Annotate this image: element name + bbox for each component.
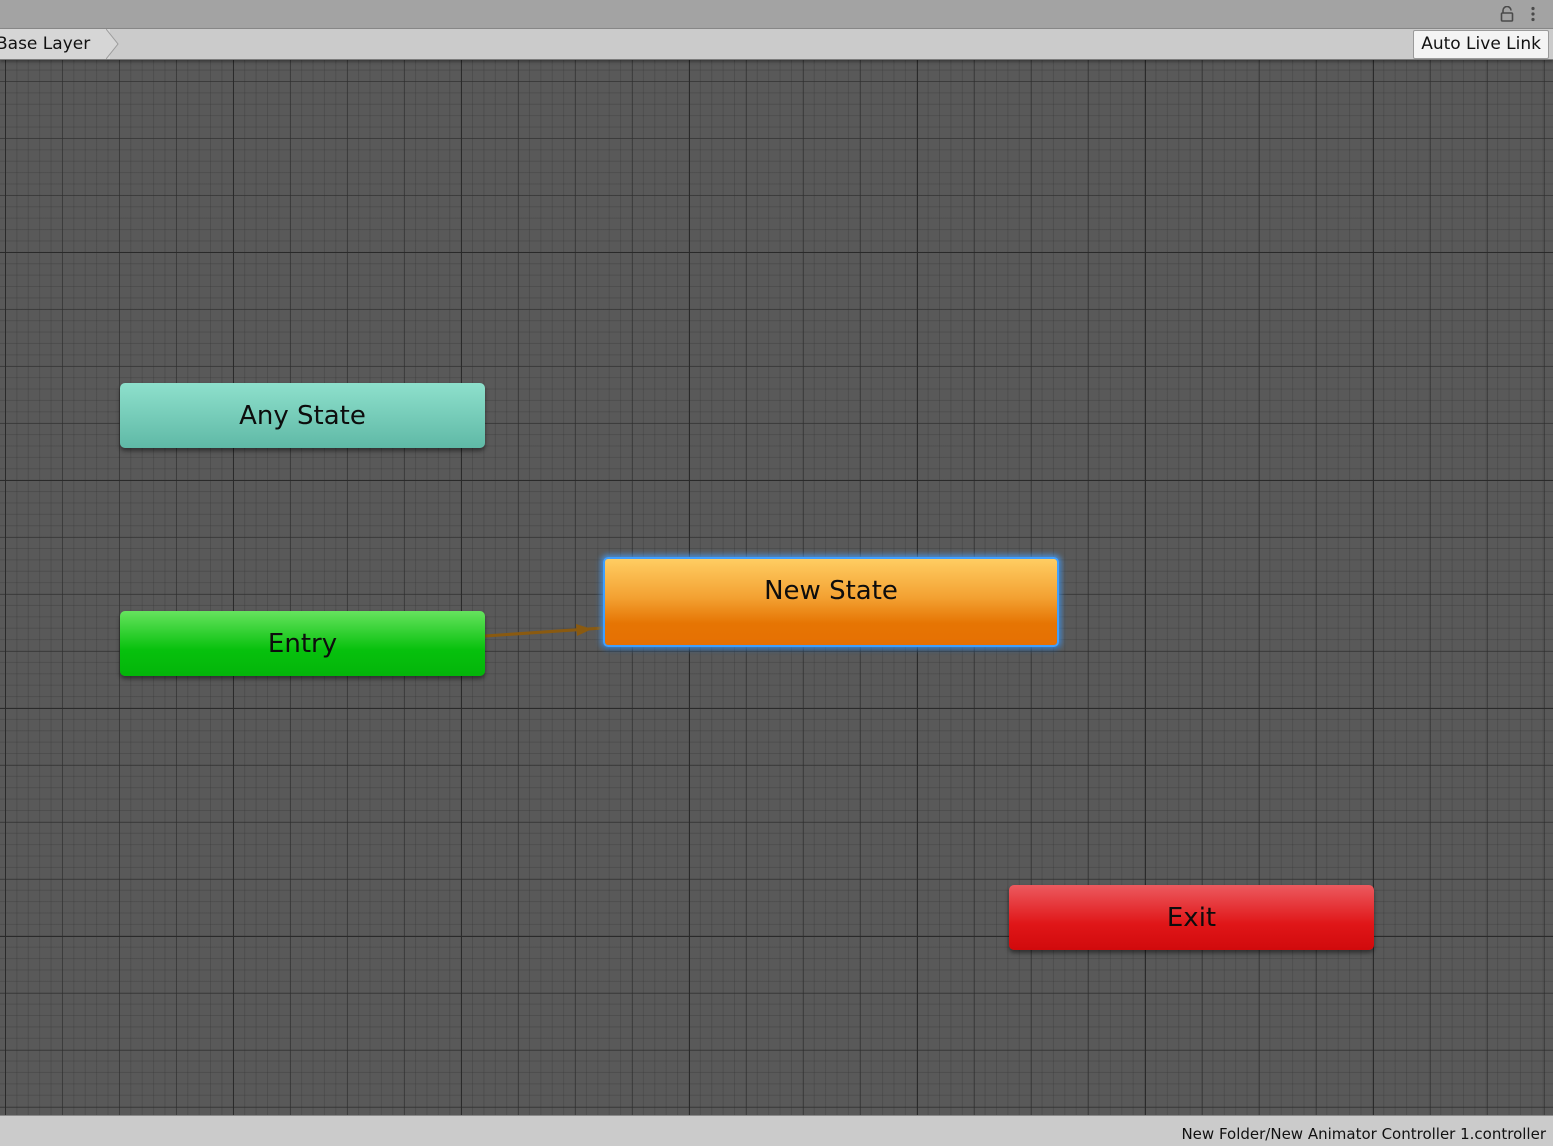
kebab-menu-icon[interactable] — [1529, 6, 1537, 22]
new-state-label: New State — [764, 576, 898, 606]
any-state-node[interactable]: Any State — [120, 383, 485, 448]
exit-node[interactable]: Exit — [1009, 885, 1374, 950]
entry-node[interactable]: Entry — [120, 611, 485, 676]
any-state-label: Any State — [239, 400, 366, 431]
exit-label: Exit — [1166, 902, 1217, 933]
auto-live-link-button[interactable]: Auto Live Link — [1413, 30, 1549, 59]
lock-icon[interactable] — [1500, 6, 1514, 22]
graph-toolbar: Base Layer Auto Live Link — [0, 29, 1553, 60]
transition-arrow-icon — [576, 624, 592, 636]
status-bar: New Folder/New Animator Controller 1.con… — [0, 1115, 1553, 1146]
breadcrumb-item-base-layer[interactable]: Base Layer — [0, 29, 119, 59]
breadcrumb-separator-icon — [106, 29, 119, 59]
breadcrumb-label: Base Layer — [0, 34, 91, 54]
new-state-node[interactable]: New State — [603, 557, 1059, 647]
asset-path: New Folder/New Animator Controller 1.con… — [1181, 1125, 1546, 1143]
state-machine-graph[interactable]: Any State Entry New State Exit — [0, 60, 1553, 1115]
animator-window: Base Layer Auto Live Link Any State Entr… — [0, 0, 1553, 1146]
transition-entry-to-new-state[interactable] — [480, 615, 610, 645]
window-tab-strip — [0, 0, 1553, 29]
entry-label: Entry — [267, 628, 338, 659]
breadcrumb: Base Layer — [0, 29, 119, 59]
